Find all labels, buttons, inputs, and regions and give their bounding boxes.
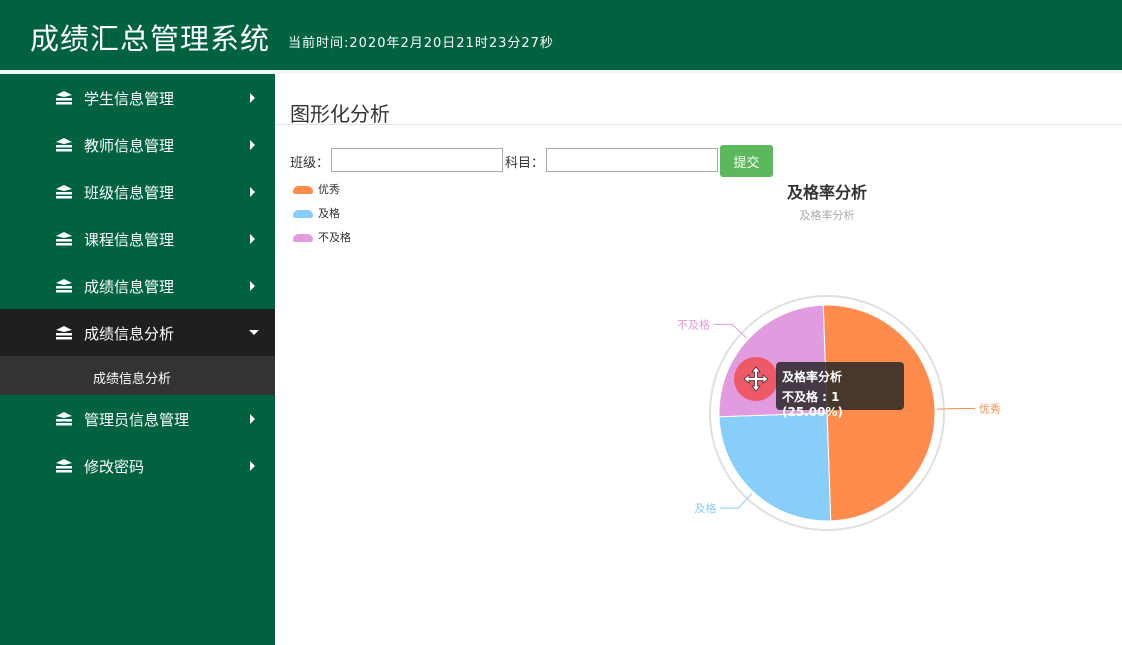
stack-icon (56, 459, 72, 473)
caret-right-icon (250, 234, 255, 244)
sidebar-item-label: 成绩信息管理 (84, 278, 175, 296)
sidebar-item-teacher[interactable]: 教师信息管理 (0, 121, 275, 168)
caret-right-icon (250, 281, 255, 291)
stack-icon (56, 326, 72, 340)
app-header: 成绩汇总管理系统 当前时间:2020年2月20日21时23分27秒 (0, 0, 1122, 70)
sidebar-item-label: 课程信息管理 (84, 231, 175, 249)
pie-label-line-0 (936, 407, 975, 410)
caret-right-icon (250, 93, 255, 103)
sidebar-item-label: 班级信息管理 (84, 184, 175, 202)
caret-right-icon (250, 414, 255, 424)
app-title: 成绩汇总管理系统 (30, 22, 271, 56)
chart-tooltip: 及格率分析 不及格 : 1 (25.00%) (776, 362, 904, 419)
stack-icon (56, 91, 72, 105)
sidebar-item-password[interactable]: 修改密码 (0, 442, 275, 489)
sidebar-item-course[interactable]: 课程信息管理 (0, 215, 275, 262)
main-content: 图形化分析 班级： 科目： 提交 优秀 及格 不及格 及格率分析 及格率分析 优… (275, 74, 1122, 645)
sidebar-item-label: 教师信息管理 (84, 137, 175, 155)
tooltip-value: 不及格 : 1 (25.00%) (782, 390, 843, 419)
caret-right-icon (250, 140, 255, 150)
caret-right-icon (250, 461, 255, 471)
stack-icon (56, 185, 72, 199)
sidebar-item-score-analysis[interactable]: 成绩信息分析 (0, 309, 275, 356)
pie-slice-1[interactable] (718, 412, 832, 522)
sidebar-item-admin[interactable]: 管理员信息管理 (0, 395, 275, 442)
sidebar-item-class[interactable]: 班级信息管理 (0, 168, 275, 215)
sidebar-item-score[interactable]: 成绩信息管理 (0, 262, 275, 309)
caret-down-icon (249, 330, 259, 335)
sidebar-subitem-label: 成绩信息分析 (93, 372, 172, 387)
tooltip-title: 及格率分析 (782, 370, 843, 384)
sidebar-item-label: 学生信息管理 (84, 90, 175, 108)
pie-label-line-1 (720, 493, 753, 509)
stack-icon (56, 138, 72, 152)
stack-icon (56, 232, 72, 246)
sidebar-subitem-score-analysis[interactable]: 成绩信息分析 (0, 356, 275, 395)
current-time: 当前时间:2020年2月20日21时23分27秒 (288, 36, 554, 51)
pie-label-2: 不及格 (677, 317, 710, 331)
pie-label-line-2 (713, 323, 747, 339)
sidebar-item-student[interactable]: 学生信息管理 (0, 74, 275, 121)
pie-label-0: 优秀 (979, 402, 1001, 415)
pie-label-1: 及格 (694, 501, 716, 515)
pie-chart: 优秀及格 不及格 (677, 295, 1001, 531)
sidebar-item-label: 成绩信息分析 (84, 325, 175, 343)
stack-icon (56, 412, 72, 426)
sidebar-item-label: 管理员信息管理 (84, 411, 190, 429)
move-cursor-icon (734, 357, 778, 401)
sidebar: 学生信息管理 教师信息管理 班级信息管理 课程信息管理 成绩信息管理 成绩信息分… (0, 74, 275, 645)
caret-right-icon (250, 187, 255, 197)
stack-icon (56, 279, 72, 293)
sidebar-item-label: 修改密码 (84, 458, 145, 476)
